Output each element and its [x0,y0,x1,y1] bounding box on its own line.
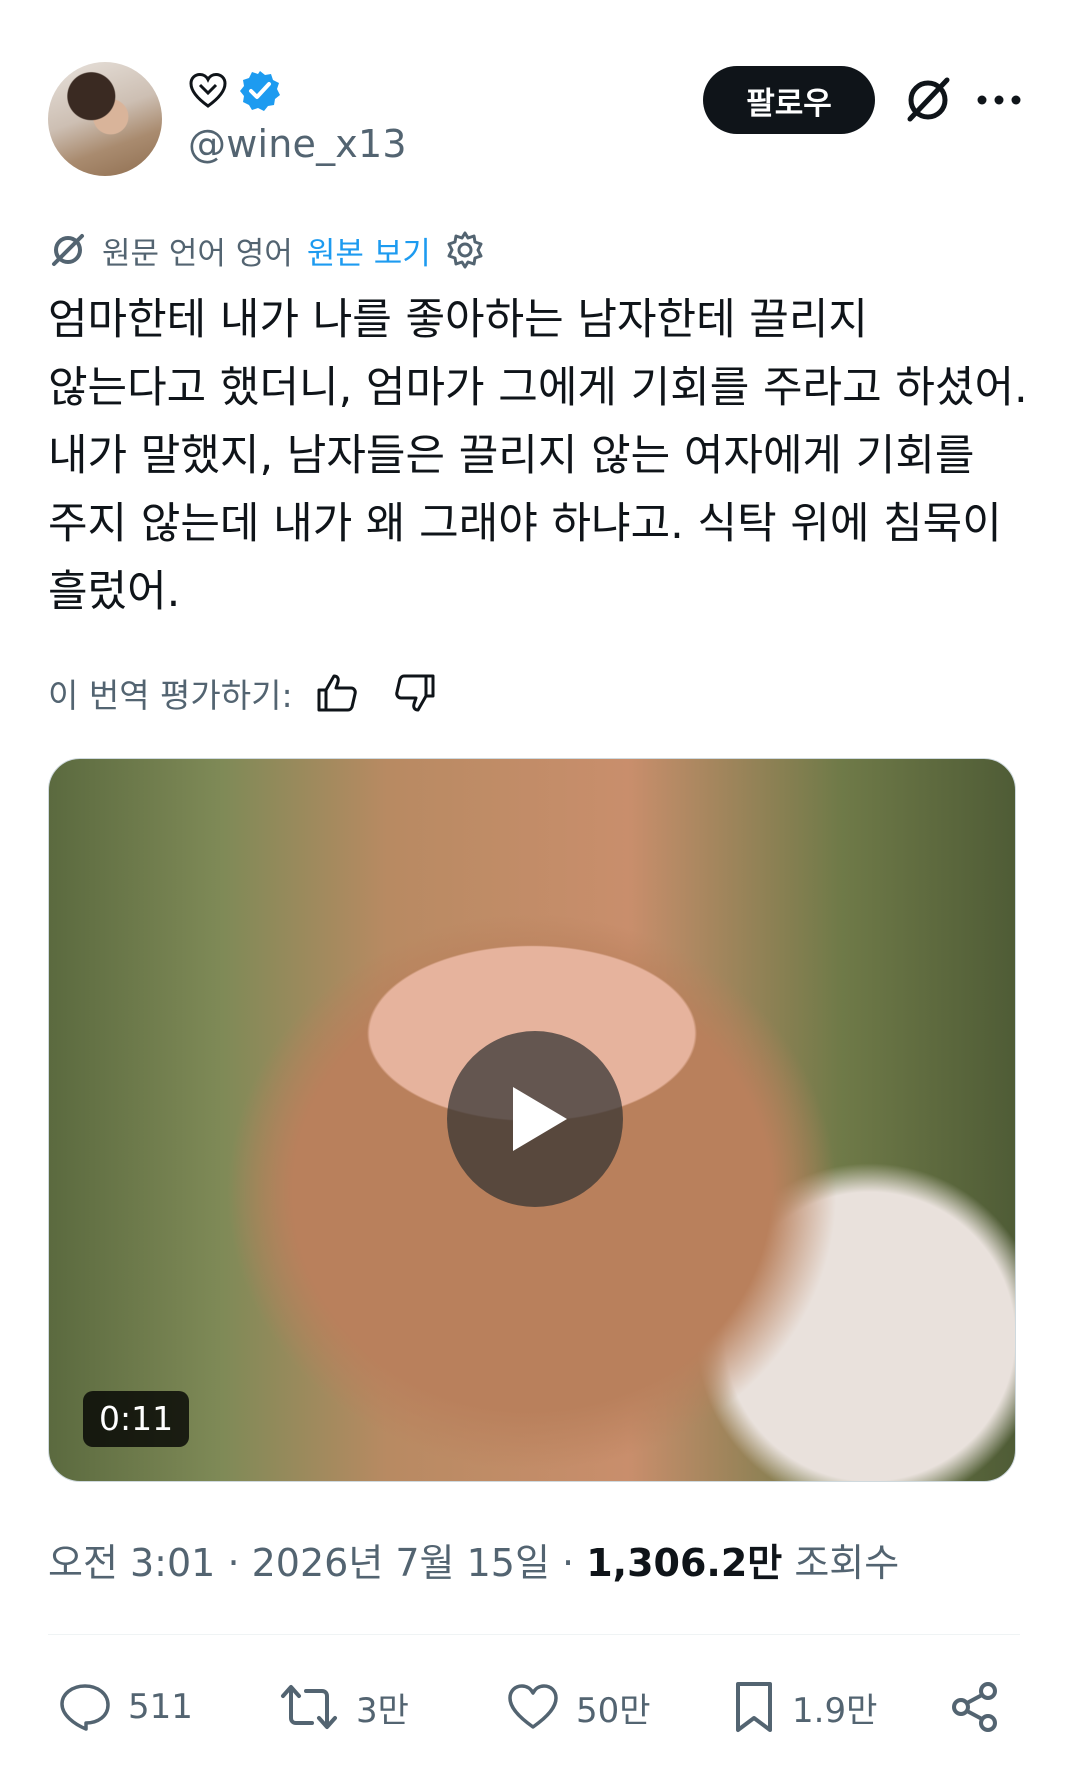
play-button[interactable] [447,1031,623,1207]
verified-badge-icon [240,71,280,111]
reply-count: 511 [128,1687,193,1727]
post-date[interactable]: 2026년 7월 15일 [252,1541,550,1585]
share-button[interactable] [948,1672,1002,1742]
more-options-button[interactable] [974,80,1024,120]
grok-button[interactable] [900,72,956,128]
play-icon [513,1087,567,1151]
grok-icon [907,77,950,122]
grok-icon [52,234,84,266]
reply-button[interactable]: 511 [58,1672,193,1742]
repost-icon [281,1685,337,1729]
video-player[interactable]: 0:11 [48,758,1016,1482]
translation-bar: 원문 언어 영어 원본 보기 [48,226,485,274]
gear-icon[interactable] [445,230,485,270]
display-name-row[interactable] [188,68,282,114]
like-button[interactable]: 50만 [506,1672,651,1742]
video-duration-badge: 0:11 [83,1391,190,1447]
view-original-link[interactable]: 원본 보기 [307,228,431,273]
like-count: 50만 [576,1690,651,1731]
rate-translation-label: 이 번역 평가하기: [48,676,293,715]
bookmark-count: 1.9만 [792,1690,878,1731]
repost-button[interactable]: 3만 [278,1672,409,1742]
views-label: 조회수 [794,1541,900,1585]
thumbs-up-icon [317,674,357,712]
user-handle[interactable]: @wine_x13 [188,122,407,166]
follow-button[interactable]: 팔로우 [703,66,875,134]
more-dots-icon [977,95,1021,105]
thumbs-down-button[interactable] [393,671,437,715]
heart-outline-icon [189,72,227,108]
avatar[interactable] [48,62,162,176]
source-language-label: 원문 언어 영어 [102,235,293,272]
meta-separator: · [562,1541,575,1585]
post-time[interactable]: 오전 3:01 [48,1541,215,1585]
views-count: 1,306.2만 [586,1541,783,1585]
reply-icon [60,1684,110,1731]
bookmark-button[interactable]: 1.9만 [732,1672,877,1742]
post-header: @wine_x13 팔로우 [48,62,1032,182]
divider [48,1634,1020,1635]
share-icon [952,1682,997,1732]
repost-count: 3만 [356,1690,409,1731]
meta-separator: · [227,1541,240,1585]
thumbs-up-button[interactable] [315,671,359,715]
rate-translation-row: 이 번역 평가하기: [48,668,471,718]
post-text: 엄마한테 내가 나를 좋아하는 남자한테 끌리지 않는다고 했더니, 엄마가 그… [48,295,1028,617]
action-bar: 511 3만 50만 1.9만 [48,1672,1020,1742]
heart-icon [508,1684,558,1729]
thumbs-down-icon [394,674,435,712]
post-metadata: 오전 3:01 · 2026년 7월 15일 · 1,306.2만 조회수 [48,1532,899,1587]
bookmark-icon [736,1682,772,1732]
